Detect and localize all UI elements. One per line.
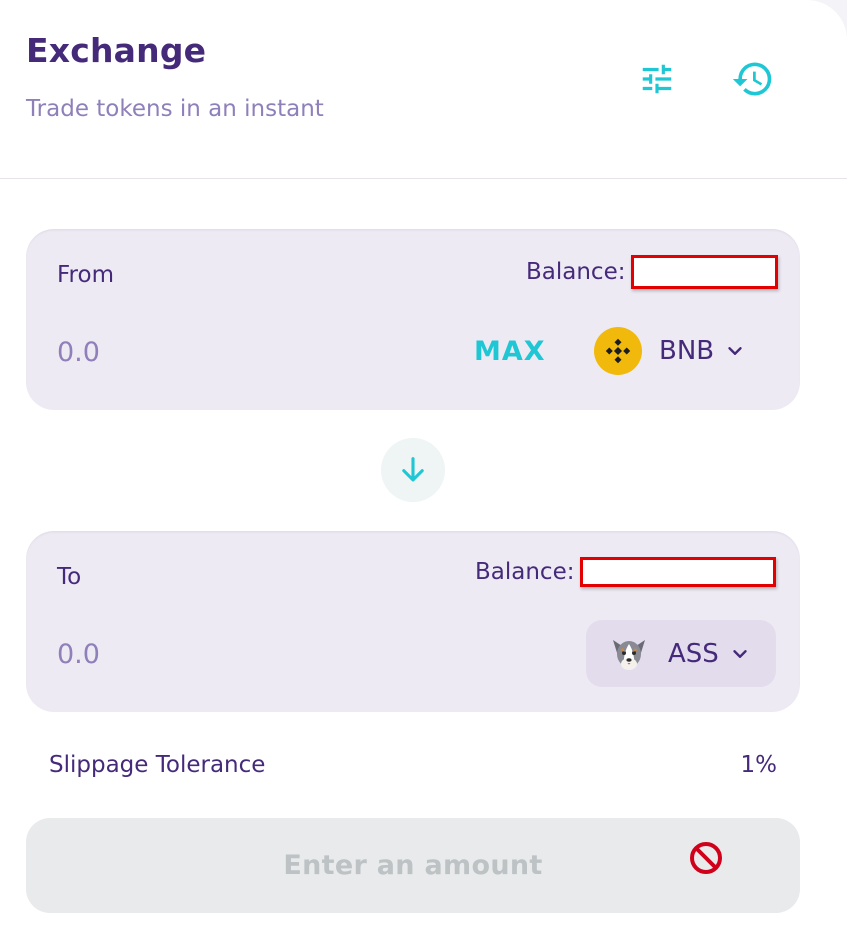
from-panel: From Balance: MAX BNB <box>26 229 800 410</box>
dog-logo-icon <box>605 630 653 678</box>
to-amount-input[interactable] <box>57 639 257 670</box>
slippage-label: Slippage Tolerance <box>49 752 266 778</box>
swap-direction-button[interactable] <box>381 438 445 502</box>
max-button[interactable]: MAX <box>474 336 546 367</box>
history-button[interactable] <box>731 57 775 101</box>
history-icon <box>732 62 772 96</box>
page-title: Exchange <box>26 31 207 70</box>
to-token-symbol: ASS <box>668 638 719 669</box>
exchange-header: Exchange Trade tokens in an instant <box>0 0 847 179</box>
to-balance-label: Balance: <box>475 559 575 585</box>
arrow-down-icon <box>402 457 424 482</box>
from-balance-label: Balance: <box>526 259 626 285</box>
to-label: To <box>57 564 82 590</box>
submit-label: Enter an amount <box>283 850 543 881</box>
chevron-down-icon <box>724 340 746 362</box>
from-label: From <box>57 262 114 288</box>
slippage-value: 1% <box>740 752 778 778</box>
bnb-logo-icon <box>594 327 642 375</box>
from-token-symbol: BNB <box>659 336 715 366</box>
sliders-icon <box>642 64 672 94</box>
enter-amount-button[interactable]: Enter an amount <box>26 818 800 913</box>
from-balance: Balance: <box>526 255 779 289</box>
exchange-card: Exchange Trade tokens in an instant From… <box>0 0 847 940</box>
to-token-select[interactable]: ASS <box>586 620 776 687</box>
chevron-down-icon <box>729 643 751 665</box>
page-subtitle: Trade tokens in an instant <box>26 96 324 122</box>
to-panel: To Balance: 0.0 ASS <box>26 531 800 712</box>
settings-button[interactable] <box>635 57 679 101</box>
blocked-icon <box>690 842 722 874</box>
to-balance-redaction <box>580 557 777 587</box>
from-token-select[interactable]: BNB <box>594 327 746 375</box>
to-balance: Balance: <box>475 557 777 587</box>
from-balance-redaction <box>631 255 779 289</box>
from-amount-input[interactable] <box>57 337 257 368</box>
